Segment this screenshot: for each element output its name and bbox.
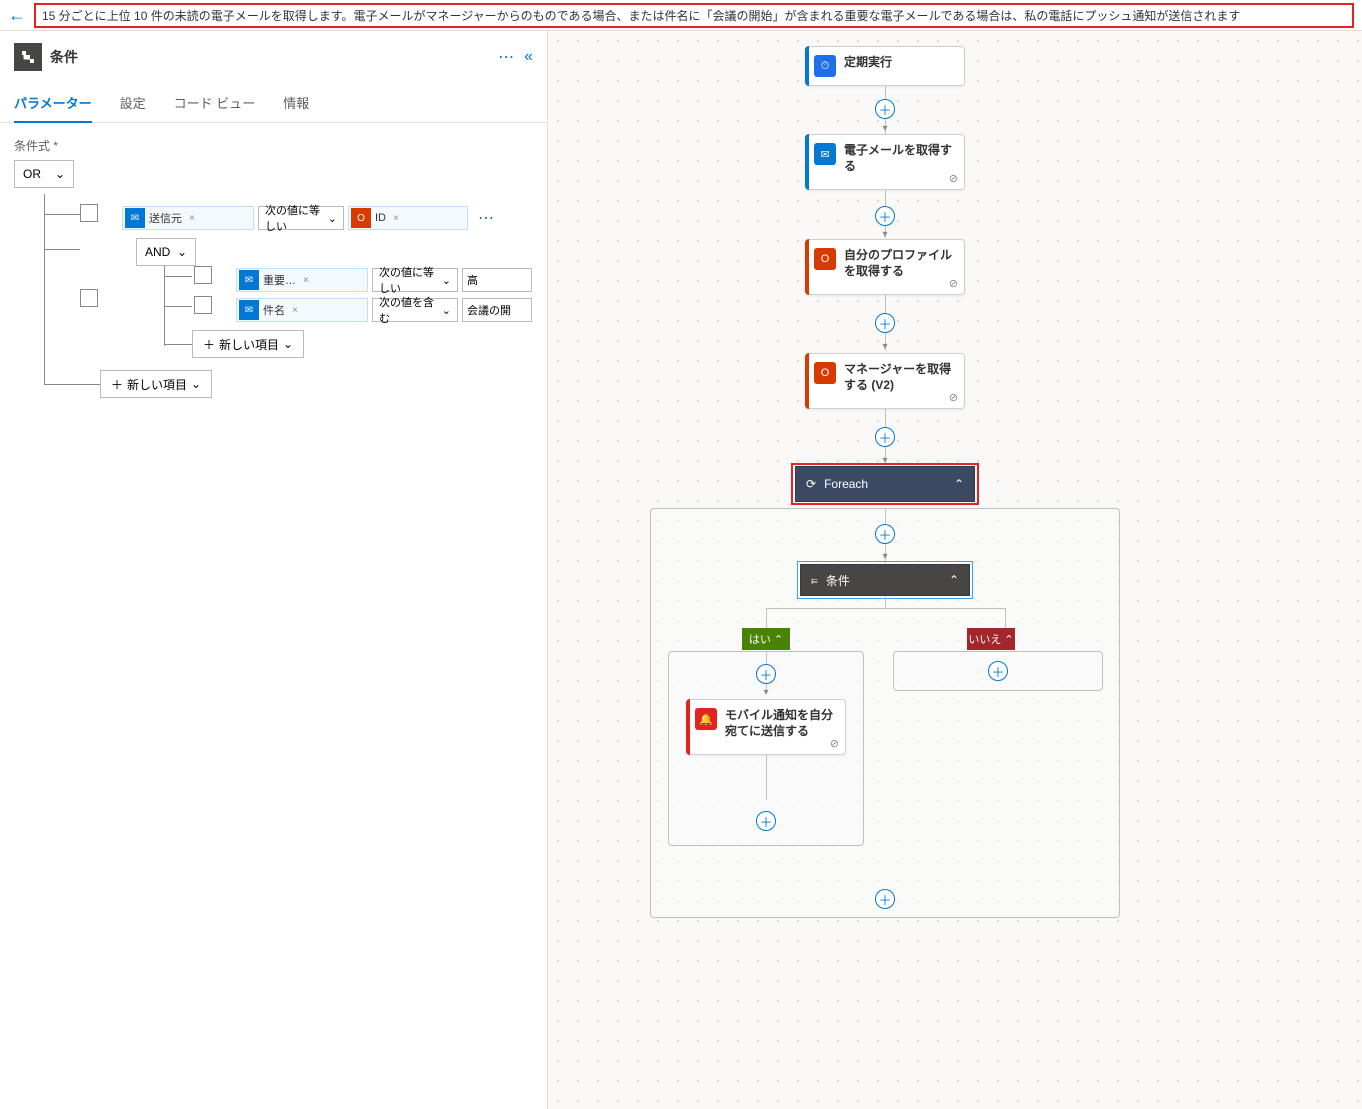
panel-collapse-button[interactable]: « [524,48,533,66]
node-foreach[interactable]: ⟳ Foreach ⌃ [795,466,975,502]
row-subj-operator[interactable]: 次の値を含む⌄ [372,298,458,322]
loop-icon: ⟳ [806,477,816,491]
branch-yes[interactable]: はい⌃ [742,628,790,650]
node-manager[interactable]: O マネージャーを取得する (V2) ⊘ [805,353,965,409]
outlook-icon: ✉ [239,270,259,290]
link-icon: ⊘ [949,391,958,404]
remove-token[interactable]: × [186,213,198,224]
tab-info[interactable]: 情報 [283,83,309,122]
add-step-no[interactable]: ＋ [988,661,1008,681]
row1-checkbox[interactable] [80,204,98,222]
row-imp-checkbox[interactable] [194,266,212,284]
remove-token[interactable]: × [289,305,301,316]
back-button[interactable]: ← [8,5,26,26]
chevron-up-icon: ⌃ [949,573,959,587]
chevron-up-icon: ⌃ [954,477,964,491]
node-notify[interactable]: 🔔 モバイル通知を自分宛てに送信する ⊘ [686,699,846,755]
expression-label: 条件式 * [14,137,533,154]
tab-settings[interactable]: 設定 [120,83,146,122]
add-step-foreach-bottom[interactable]: ＋ [875,889,895,909]
and-add-item[interactable]: ＋新しい項目⌄ [192,330,304,358]
tab-code-view[interactable]: コード ビュー [174,83,256,122]
or-add-item[interactable]: ＋新しい項目⌄ [100,370,212,398]
or-operator[interactable]: OR⌄ [14,160,74,188]
token-subject[interactable]: ✉ 件名 × [236,298,368,322]
bell-icon: 🔔 [695,708,717,730]
add-step-1[interactable]: ＋ [875,99,895,119]
and-operator[interactable]: AND⌄ [136,238,196,266]
outlook-icon: ✉ [814,143,836,165]
remove-token[interactable]: × [390,213,402,224]
tab-parameters[interactable]: パラメーター [14,83,92,122]
add-step-3[interactable]: ＋ [875,313,895,333]
row-subj-checkbox[interactable] [194,296,212,314]
add-step-foreach-top[interactable]: ＋ [875,524,895,544]
condition-icon: ⫢ [811,573,818,588]
and-checkbox[interactable] [80,289,98,307]
flow-canvas[interactable]: ⏱ 定期実行 ＋ ▾ ✉ 電子メールを取得する ⊘ ＋ ▾ [548,31,1362,1109]
flow-title[interactable]: 15 分ごとに上位 10 件の未読の電子メールを取得します。電子メールがマネージ… [34,3,1354,28]
panel-more-button[interactable]: ⋯ [498,47,514,67]
condition-icon [14,43,42,71]
token-from[interactable]: ✉ 送信元 × [122,206,254,230]
add-step-2[interactable]: ＋ [875,206,895,226]
row1-operator[interactable]: 次の値に等しい⌄ [258,206,344,230]
add-step-yes-top[interactable]: ＋ [756,664,776,684]
row1-more[interactable]: ⋯ [472,208,494,228]
node-getmail[interactable]: ✉ 電子メールを取得する ⊘ [805,134,965,190]
condition-editor-panel: 条件 ⋯ « パラメーター 設定 コード ビュー 情報 条件式 * OR⌄ [0,31,548,1109]
token-importance[interactable]: ✉ 重要… × [236,268,368,292]
panel-title: 条件 [50,47,490,67]
remove-token[interactable]: × [300,275,312,286]
link-icon: ⊘ [949,277,958,290]
token-id[interactable]: O ID × [348,206,468,230]
outlook-icon: ✉ [125,208,145,228]
row-subj-value[interactable]: 会議の開 [462,298,532,322]
node-condition[interactable]: ⫢ 条件 ⌃ [800,564,970,596]
node-profile[interactable]: O 自分のプロファイルを取得する ⊘ [805,239,965,295]
node-timer[interactable]: ⏱ 定期実行 [805,46,965,86]
add-step-4[interactable]: ＋ [875,427,895,447]
o365-icon: O [814,248,836,270]
link-icon: ⊘ [949,172,958,185]
branch-no[interactable]: いいえ⌃ [967,628,1015,650]
add-step-yes-bottom[interactable]: ＋ [756,811,776,831]
clock-icon: ⏱ [814,55,836,77]
o365-icon: O [351,208,371,228]
link-icon: ⊘ [830,737,839,750]
o365-icon: O [814,362,836,384]
row-imp-operator[interactable]: 次の値に等しい⌄ [372,268,458,292]
outlook-icon: ✉ [239,300,259,320]
row-imp-value[interactable]: 高 [462,268,532,292]
